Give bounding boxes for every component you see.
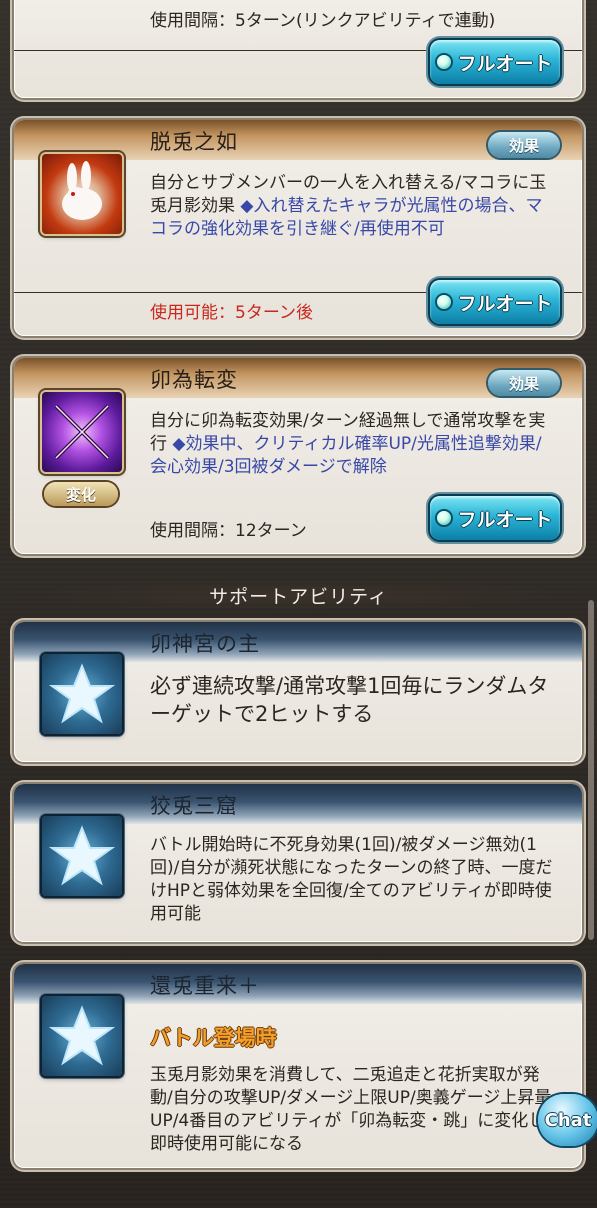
star-icon <box>42 654 122 734</box>
effect-button[interactable]: 効果 <box>488 132 560 158</box>
chat-button[interactable]: Chat <box>538 1094 597 1146</box>
support-description: 必ず連続攻撃/通常攻撃1回毎にランダムターゲットで2ヒットする <box>150 674 549 726</box>
star-icon <box>42 996 122 1076</box>
battle-entry-label: バトル登場時 <box>150 1026 277 1050</box>
ability-card-dattonogotoshi[interactable]: 脱兎之如 効果 自分とサブメンバーの一人を入れ替える/マコラに玉兎月影効果 ◆入… <box>14 120 582 336</box>
ability-card-uitenpen[interactable]: 卯為転変 効果 変化 自分に卯為転変効果/ターン経過無しで通常攻撃を実行 ◆効果… <box>14 358 582 554</box>
full-auto-button[interactable]: フルオート <box>430 40 560 84</box>
full-auto-label: フルオート <box>457 508 553 531</box>
crossed-swords-icon[interactable] <box>42 392 122 472</box>
support-card-koutosankutsu[interactable]: 狡兎三窟 バトル開始時に不死身効果(1回)/被ダメージ無効(1回)/自分が瀕死状… <box>14 784 582 942</box>
full-auto-button[interactable]: フルオート <box>430 280 560 324</box>
ability-usage: 使用間隔：5ターン(リンクアビリティで連動) <box>150 11 496 31</box>
ability-title: 脱兎之如 <box>150 130 238 154</box>
scrollbar[interactable] <box>588 600 594 940</box>
change-badge[interactable]: 変化 <box>44 482 118 506</box>
support-abilities-heading: サポートアビリティ <box>0 578 597 612</box>
star-icon <box>42 816 122 896</box>
ability-description: 自分に卯為転変効果/ターン経過無しで通常攻撃を実行 ◆効果中、クリティカル確率U… <box>150 410 555 479</box>
toggle-dot-icon <box>437 55 452 69</box>
ability-title: 卯為転変 <box>150 368 238 392</box>
full-auto-label: フルオート <box>457 52 553 75</box>
full-auto-button[interactable]: フルオート <box>430 496 560 540</box>
ability-usage: 使用間隔：12ターン <box>150 521 307 541</box>
effect-button[interactable]: 効果 <box>488 370 560 396</box>
ability-card-link: 使用間隔：5ターン(リンクアビリティで連動) フルオート <box>14 0 582 98</box>
support-card-ujinguu[interactable]: 卯神宮の主 必ず連続攻撃/通常攻撃1回毎にランダムターゲットで2ヒットする <box>14 622 582 762</box>
support-title: 卯神宮の主 <box>150 632 260 656</box>
ability-description: 自分とサブメンバーの一人を入れ替える/マコラに玉兎月影効果 ◆入れ替えたキャラが… <box>150 172 555 241</box>
support-title: 還兎重来＋ <box>150 974 260 998</box>
description-highlight: ◆効果中、クリティカル確率UP/光属性追撃効果/会心効果/3回被ダメージで解除 <box>150 434 542 477</box>
toggle-dot-icon <box>437 295 452 309</box>
support-description: 玉兎月影効果を消費して、二兎追走と花折実取が発動/自分の攻撃UP/ダメージ上限U… <box>150 1065 552 1154</box>
toggle-dot-icon <box>437 511 452 525</box>
support-card-kantochourai[interactable]: 還兎重来＋ バトル登場時 玉兎月影効果を消費して、二兎追走と花折実取が発動/自分… <box>14 964 582 1168</box>
full-auto-label: フルオート <box>457 292 553 315</box>
rabbit-icon[interactable] <box>42 154 122 234</box>
support-title: 狡兎三窟 <box>150 794 238 818</box>
ability-usage: 使用可能：5ターン後 <box>150 303 313 323</box>
support-description: バトル開始時に不死身効果(1回)/被ダメージ無効(1回)/自分が瀕死状態になった… <box>150 835 553 924</box>
